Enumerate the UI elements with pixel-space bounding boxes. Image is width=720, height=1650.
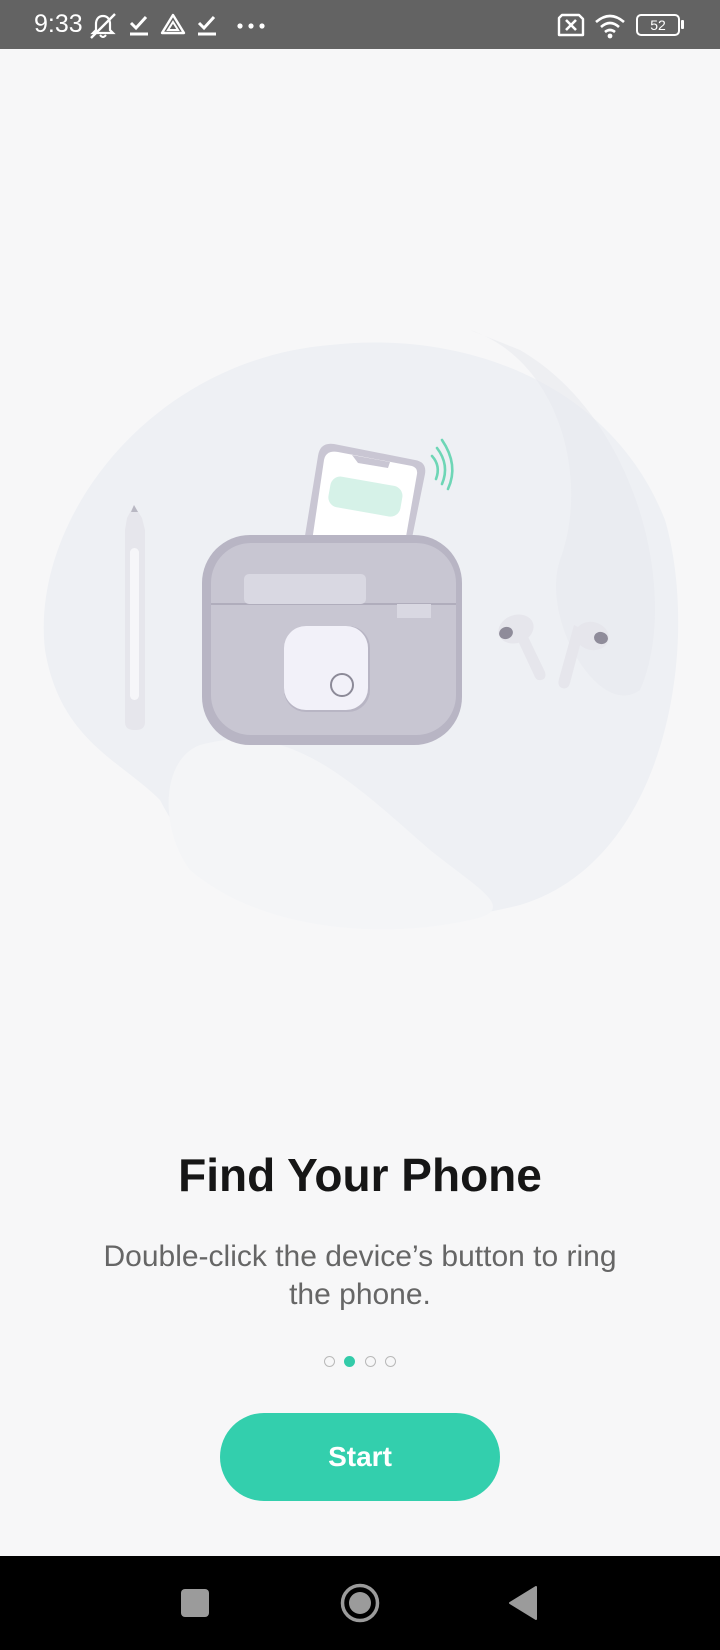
battery-cap [681,20,684,29]
status-bar: 9:33 52 [0,0,720,49]
home-button[interactable] [300,1556,420,1650]
status-time: 9:33 [34,10,83,38]
home-circle-icon [340,1583,380,1623]
onboarding-title: Find Your Phone [178,1149,542,1201]
page-dot-2-active [344,1356,356,1368]
device-box-illustration [202,535,462,745]
page-indicator [0,1353,720,1368]
check-icon [197,15,216,36]
onboarding-screen: 9:33 52 Find Your Phone Double-click the… [0,0,720,1650]
page-dot-1 [323,1356,335,1368]
pencil-illustration [125,505,145,730]
page-dot-3 [364,1356,376,1368]
onboarding-description: Double-click the device’s button to ring… [103,1240,617,1311]
start-button[interactable]: Start [220,1413,500,1501]
battery-icon: 52 [636,14,680,36]
check-icon [129,15,148,36]
more-dots-icon [237,23,265,29]
recents-button[interactable] [135,1556,255,1650]
recents-square-icon [181,1589,209,1617]
battery-level: 52 [650,17,666,33]
page-dot-4 [385,1356,397,1368]
back-button[interactable] [463,1556,583,1650]
mute-icon [90,13,116,39]
navigation-bar [0,1556,720,1650]
drive-icon [160,13,186,35]
back-triangle-icon [509,1586,537,1620]
no-sim-icon [557,13,585,37]
wifi-icon [595,14,625,39]
find-phone-illustration [43,330,679,930]
phone-illustration [303,443,426,548]
